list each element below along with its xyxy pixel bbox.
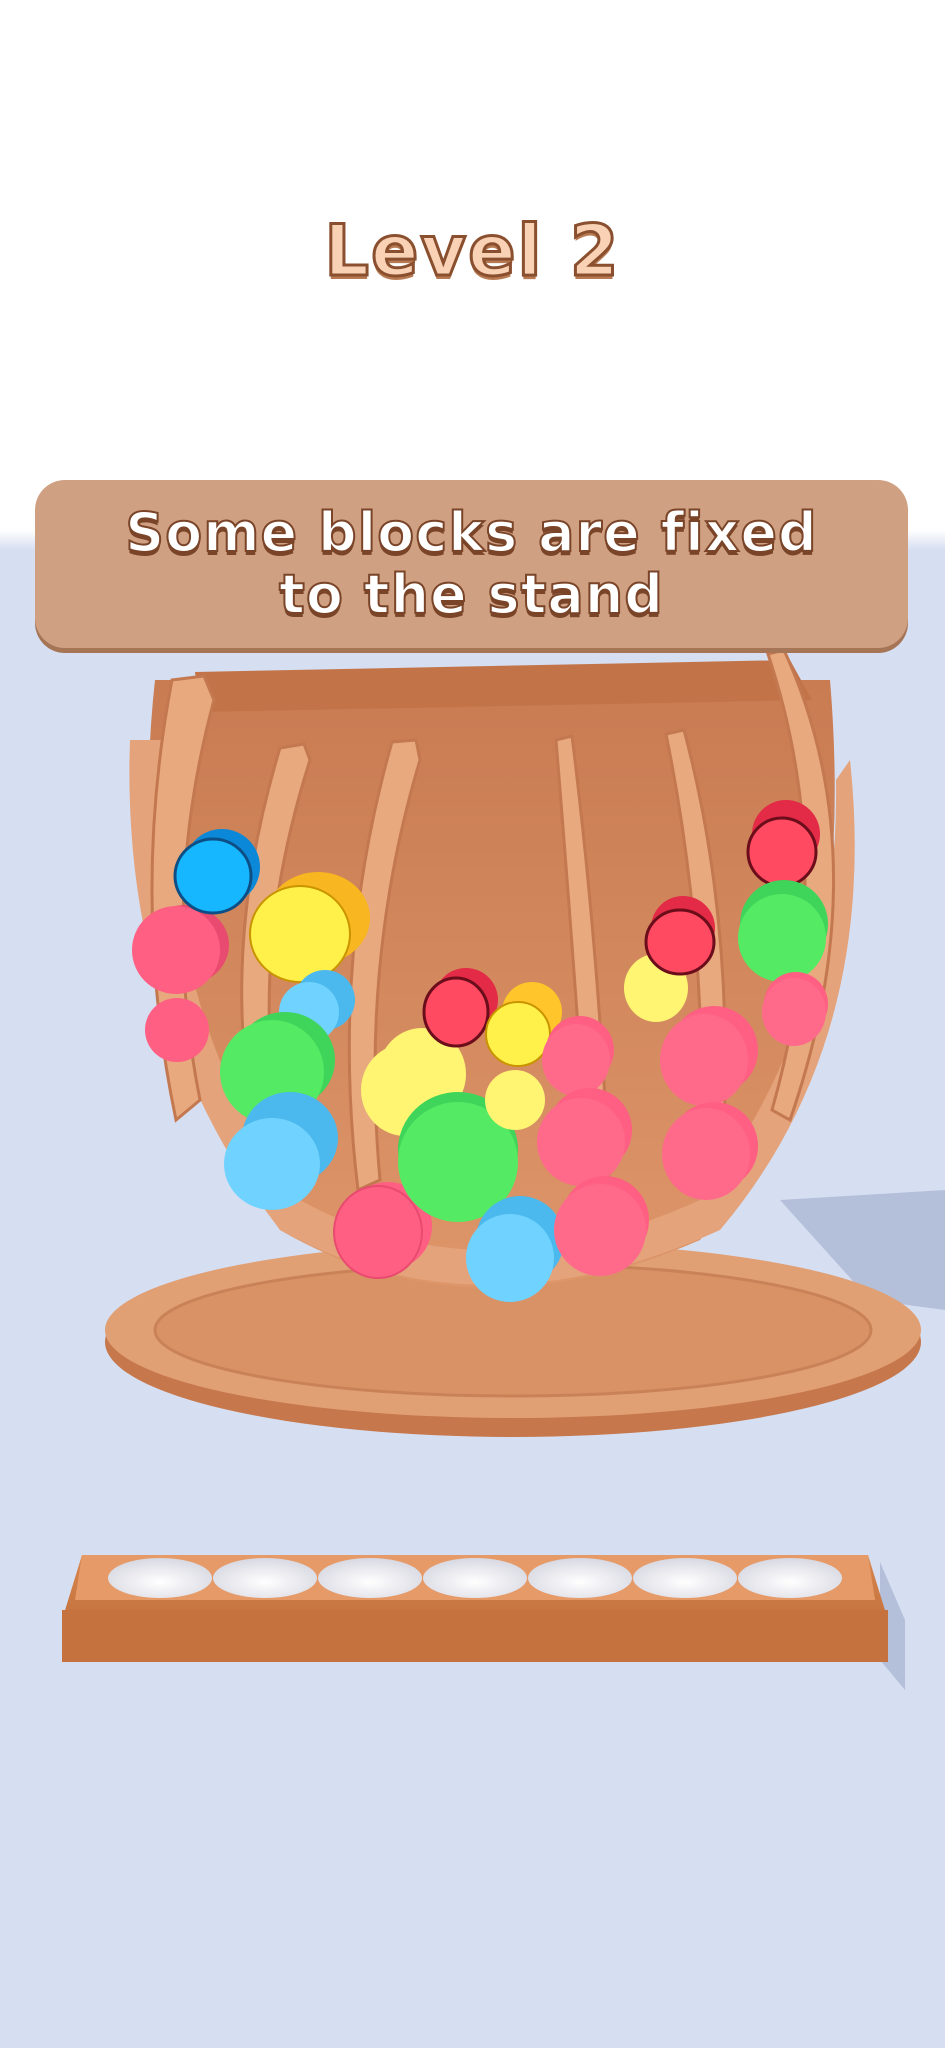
tray-slot[interactable] bbox=[318, 1558, 422, 1598]
block-pink[interactable] bbox=[145, 998, 209, 1062]
block-green[interactable] bbox=[738, 880, 828, 982]
tray-slot[interactable] bbox=[528, 1558, 632, 1598]
tray-slot[interactable] bbox=[633, 1558, 737, 1598]
hint-banner: Some blocks are fixed to the stand bbox=[35, 480, 908, 648]
hint-text: Some blocks are fixed to the stand bbox=[124, 501, 818, 627]
tray-slot[interactable] bbox=[423, 1558, 527, 1598]
tray-slot[interactable] bbox=[108, 1558, 212, 1598]
tray-slot[interactable] bbox=[738, 1558, 842, 1598]
block-yellow[interactable] bbox=[485, 1070, 545, 1130]
game-scene bbox=[62, 648, 945, 1690]
tray-slot[interactable] bbox=[213, 1558, 317, 1598]
